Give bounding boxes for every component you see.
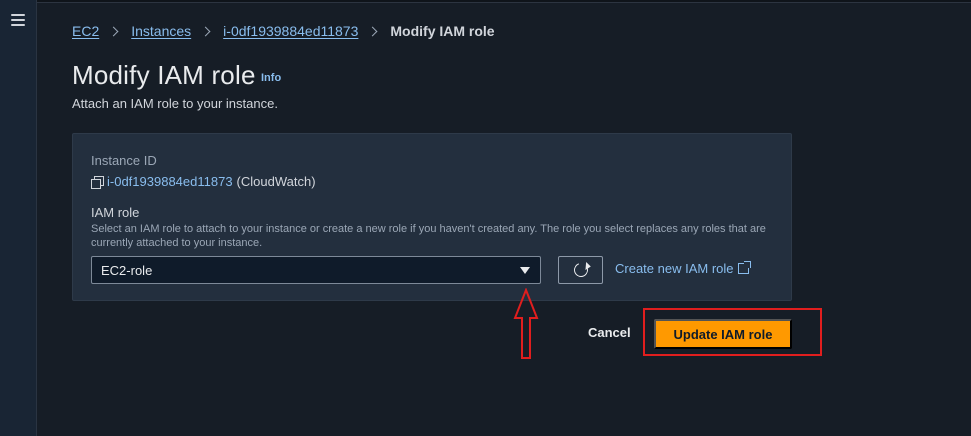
instance-id-link[interactable]: i-0df1939884ed11873 [107,174,233,189]
page-title: Modify IAM role [72,60,256,90]
refresh-icon [571,260,590,280]
chevron-right-icon [108,26,119,36]
breadcrumb-current: Modify IAM role [390,23,495,39]
iam-role-label: IAM role [91,205,140,220]
breadcrumb-instances[interactable]: Instances [131,23,191,39]
menu-icon[interactable] [11,14,25,26]
instance-name: (CloudWatch) [236,174,316,189]
iam-role-select[interactable]: EC2-role [91,256,541,284]
breadcrumb-instance-id[interactable]: i-0df1939884ed11873 [223,23,358,39]
instance-id-label: Instance ID [91,153,157,168]
breadcrumb-ec2[interactable]: EC2 [72,23,99,39]
chevron-right-icon [367,26,378,36]
cancel-button[interactable]: Cancel [580,321,639,344]
chevron-right-icon [200,26,211,36]
caret-down-icon [520,267,530,274]
instance-id-row: i-0df1939884ed11873 (CloudWatch) [91,174,316,189]
iam-role-selected-value: EC2-role [101,262,153,278]
iam-role-panel: Instance ID i-0df1939884ed11873 (CloudWa… [72,133,792,301]
side-navigation-rail [0,0,37,436]
top-border [0,0,971,3]
iam-role-help-text: Select an IAM role to attach to your ins… [91,223,766,249]
info-link[interactable]: Info [261,72,281,84]
arrow-up-annotation [513,288,539,359]
breadcrumb: EC2 Instances i-0df1939884ed11873 Modify… [72,22,495,40]
refresh-button[interactable] [558,256,603,284]
create-new-iam-role-link[interactable]: Create new IAM role [615,261,751,276]
create-new-iam-role-label: Create new IAM role [615,261,734,276]
external-link-icon [737,261,751,274]
page-description: Attach an IAM role to your instance. [72,96,278,111]
copy-icon[interactable] [91,175,104,189]
update-iam-role-button[interactable]: Update IAM role [654,319,792,349]
